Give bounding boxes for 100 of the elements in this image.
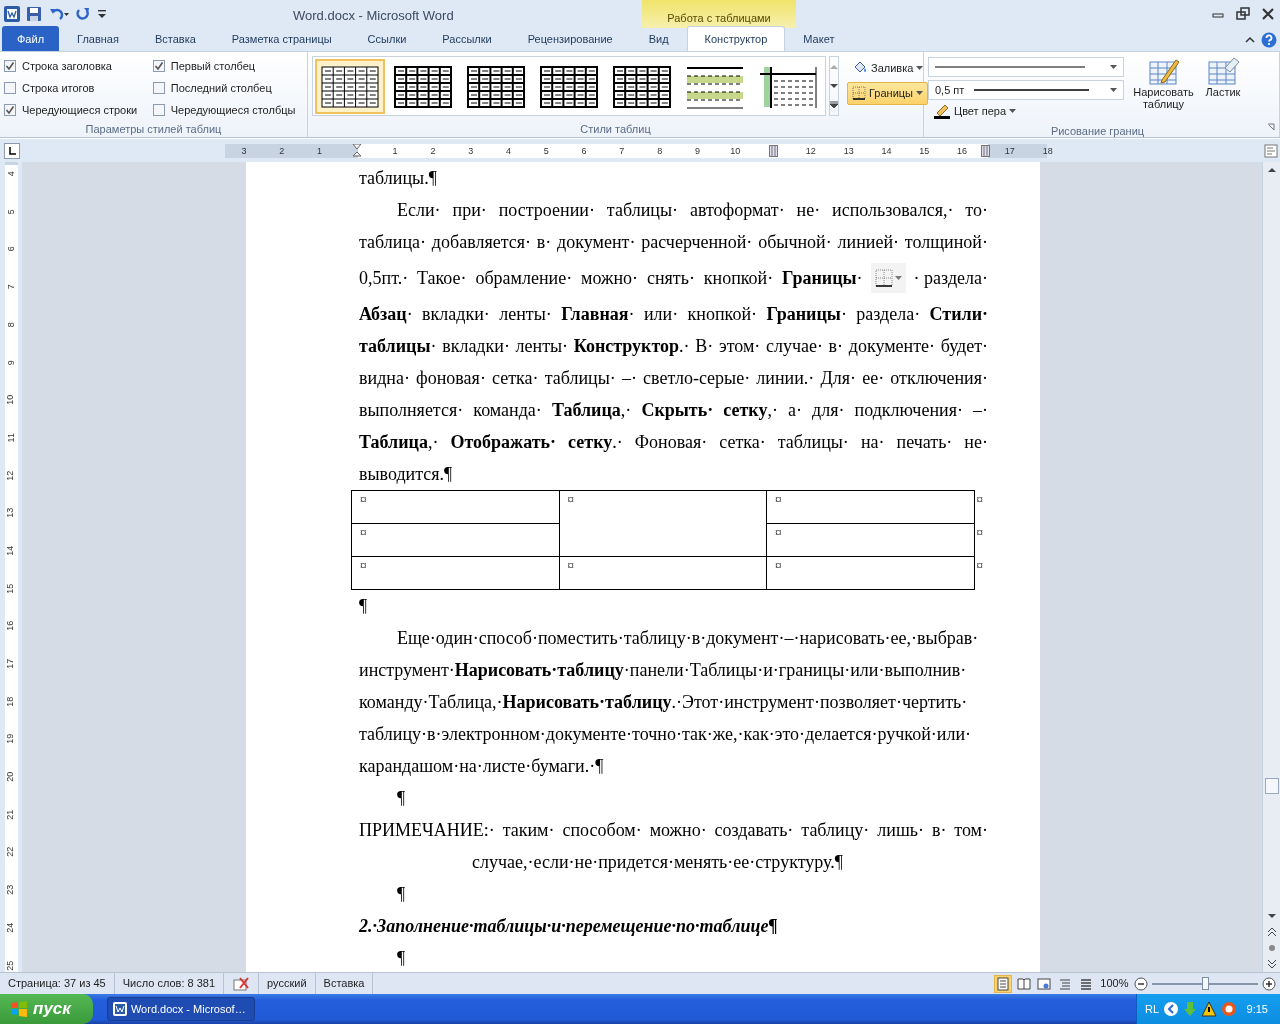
ruler-number: 17 <box>1003 145 1016 158</box>
table-cell: ¤ <box>351 556 559 590</box>
expand-tray-icon[interactable] <box>1163 1001 1180 1017</box>
ribbon-tab[interactable]: Макет <box>785 25 853 51</box>
restore-icon[interactable] <box>1235 7 1250 21</box>
scroll-down-icon[interactable] <box>829 83 838 89</box>
help-icon[interactable] <box>1261 32 1278 49</box>
draw-table-button[interactable]: Нарисовать таблицу <box>1129 54 1198 123</box>
contextual-group-label: Работа с таблицами <box>666 11 772 26</box>
table-style-thumbnail[interactable] <box>315 59 385 114</box>
view-button[interactable] <box>993 974 1012 993</box>
option-checkbox[interactable]: Строка заголовка <box>4 55 145 77</box>
ribbon-tab[interactable]: Конструктор <box>686 25 786 51</box>
ruler-number: 3 <box>240 145 248 158</box>
close-icon[interactable] <box>1260 7 1275 21</box>
caret-icon <box>1110 88 1117 92</box>
table-cell: ¤ <box>351 523 559 557</box>
paragraph-text: · раздела· <box>913 267 988 290</box>
ruler-number: 25 <box>4 960 17 971</box>
ribbon-tab[interactable]: Главная <box>59 25 137 51</box>
warning-icon[interactable] <box>1201 1001 1218 1017</box>
tab-selector[interactable] <box>4 142 20 159</box>
ruler-number: 11 <box>4 433 17 443</box>
taskbar-button[interactable]: Word.docx - Microsof… <box>106 997 255 1021</box>
ruler-number: 5 <box>542 145 550 158</box>
ruler-number: 5 <box>4 209 17 215</box>
ruler-number: 20 <box>4 771 17 782</box>
zoom-out-icon[interactable] <box>1134 976 1148 991</box>
ruler-number: 23 <box>4 884 17 895</box>
option-checkbox[interactable]: Последний столбец <box>152 77 303 99</box>
column-marker-icon[interactable] <box>768 145 778 157</box>
document-app-icon <box>112 1002 127 1016</box>
ribbon-tab[interactable]: Рассылки <box>424 25 510 51</box>
ruler-number: 10 <box>729 145 742 158</box>
paragraph-text: ПРИМЕЧАНИЕ:· таким· способом· можно· создавать· таблицу· лишь· в· том· случае,·если·не·придется·менять·ее·структуру.¶ <box>359 819 988 874</box>
zoom-in-icon[interactable] <box>1262 976 1276 991</box>
borders-icon <box>874 269 893 287</box>
table-cell: ¤ <box>766 556 975 590</box>
tab-stop-icon <box>8 146 16 155</box>
redo-icon[interactable] <box>75 6 92 22</box>
circle-app-icon[interactable] <box>1221 1001 1238 1017</box>
column-marker-icon[interactable] <box>981 145 991 157</box>
eraser-button[interactable]: Ластик <box>1203 54 1243 123</box>
ruler-number: 1 <box>391 145 399 158</box>
reading-layout-icon <box>1016 976 1031 991</box>
caret-icon <box>1110 65 1117 69</box>
zoom-slider-thumb[interactable] <box>1202 977 1209 990</box>
caret-icon <box>894 276 902 280</box>
pen-color-button[interactable]: Цвет пера <box>928 100 1124 123</box>
spell-check-icon[interactable] <box>232 975 251 992</box>
ruler-number: 18 <box>4 696 17 707</box>
table-cell: ¤ <box>559 490 767 557</box>
scroll-down-icon <box>1266 911 1277 921</box>
ruler-number: 10 <box>4 394 17 405</box>
paragraph-mark: ¶ <box>359 595 369 618</box>
ruler-number: 6 <box>4 246 17 252</box>
app-icon[interactable] <box>2 5 21 23</box>
table-cell: ¤ <box>559 556 767 590</box>
save-icon[interactable] <box>26 6 43 22</box>
ruler-number: 7 <box>618 145 626 158</box>
checkmark-icon <box>5 61 15 71</box>
option-checkbox[interactable]: Чередующиеся столбцы <box>152 99 303 121</box>
ruler-number: 7 <box>4 284 17 290</box>
scroll-up-icon <box>1266 165 1277 175</box>
ruler-number: 2 <box>278 145 286 158</box>
zoom-level[interactable]: 100% <box>1094 975 1134 992</box>
file-tab[interactable]: Файл <box>2 25 60 51</box>
expand-gallery-icon[interactable] <box>829 101 838 110</box>
group-label: Стили таблиц <box>579 122 652 137</box>
line-sample-icon <box>974 88 1090 92</box>
ribbon-tab[interactable]: Рецензирование <box>509 25 631 51</box>
option-checkbox[interactable]: Строка итогов <box>4 77 145 99</box>
option-checkbox[interactable]: Чередующиеся строки <box>4 99 145 121</box>
ruler-number: 4 <box>504 145 512 158</box>
row-end-mark: ¤ <box>974 556 988 590</box>
ruler-number: 8 <box>656 145 664 158</box>
line-weight-dropdown[interactable]: 0,5 пт <box>928 80 1124 100</box>
borders-button[interactable]: Границы <box>847 82 929 105</box>
ribbon-tab[interactable]: Вид <box>630 25 687 51</box>
option-checkbox[interactable]: Первый столбец <box>152 55 303 77</box>
scroll-thumb[interactable] <box>1264 778 1279 794</box>
ribbon-tab[interactable]: Разметка страницы <box>213 25 350 51</box>
ribbon-tab[interactable]: Ссылки <box>349 25 425 51</box>
line-style-dropdown[interactable] <box>928 57 1124 77</box>
ribbon-tab[interactable]: Вставка <box>136 25 214 51</box>
paragraph-text: таблица· добавляется· в· документ· расчерченной· обычной· линией· толщиной· <box>359 231 988 254</box>
vertical-scrollbar[interactable] <box>1262 162 1280 972</box>
next-page-icon <box>1266 959 1277 969</box>
gallery-scroll[interactable] <box>828 56 839 116</box>
table-cell: ¤ <box>766 490 975 524</box>
shading-button[interactable]: Заливка <box>847 56 929 80</box>
ruler-number: 16 <box>956 145 969 158</box>
ruler-number: 2 <box>429 145 437 158</box>
row-end-mark: ¤ <box>974 523 988 557</box>
ruler-number: 15 <box>4 583 17 594</box>
undo-icon[interactable] <box>47 6 70 22</box>
dialog-launcher-icon[interactable] <box>1267 122 1275 131</box>
paragraph-text: Если· при· построении· таблицы· автоформат· не· использовался,· то· <box>396 199 988 222</box>
paragraph-text: 0,5пт.· Такое· обрамление· можно· снять· кнопкой· Границы· <box>359 267 863 290</box>
indent-marker-icon[interactable] <box>352 144 363 158</box>
